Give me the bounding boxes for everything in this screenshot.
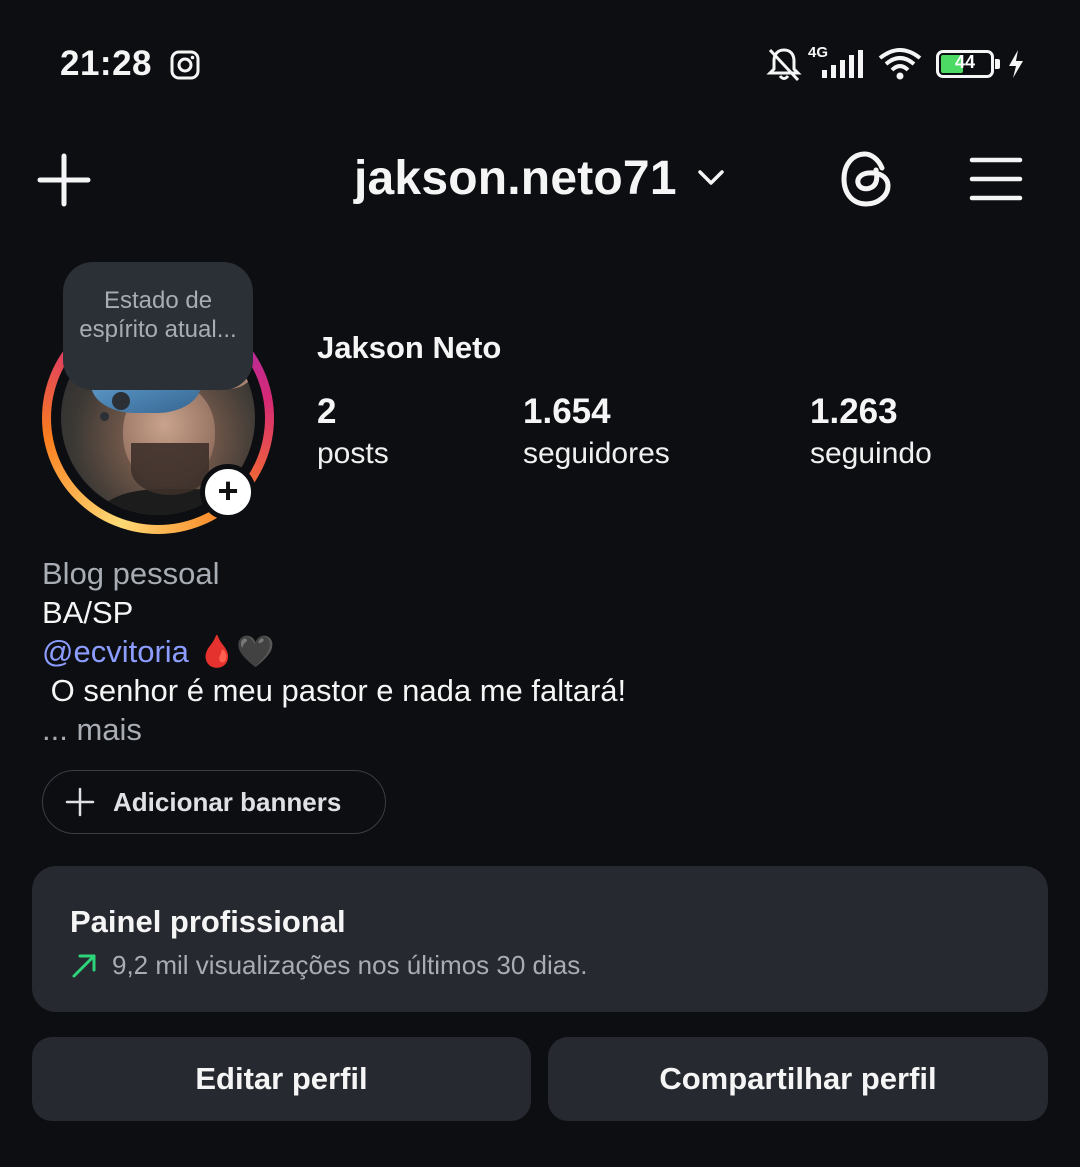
menu-icon[interactable] <box>968 154 1024 204</box>
bell-muted-icon <box>766 48 802 82</box>
add-banners-button[interactable]: Adicionar banners <box>42 770 386 834</box>
instagram-icon <box>170 50 200 80</box>
bio-category: Blog pessoal <box>42 556 220 591</box>
status-icons: 4G 44 <box>750 44 1030 84</box>
add-banners-label: Adicionar banners <box>113 786 342 817</box>
battery-icon: 44 <box>936 50 1000 78</box>
stat-following-value: 1.263 <box>810 392 898 431</box>
avatar-beard <box>131 443 209 495</box>
bio: Blog pessoal BA/SP @ecvitoria 🩸🖤 O senho… <box>42 554 626 749</box>
bio-mention-line: @ecvitoria 🩸🖤 <box>42 632 626 671</box>
edit-profile-button[interactable]: Editar perfil <box>32 1037 531 1121</box>
stat-posts[interactable]: 2 posts <box>317 392 389 476</box>
dashboard-subtitle: 9,2 mil visualizações nos últimos 30 dia… <box>112 950 588 980</box>
bio-more-link[interactable]: ... mais <box>42 710 626 749</box>
account-switcher[interactable]: jakson.neto71 <box>354 148 725 208</box>
battery-level: 44 <box>954 52 976 72</box>
wifi-icon <box>878 48 922 80</box>
share-profile-button[interactable]: Compartilhar perfil <box>548 1037 1048 1121</box>
trend-up-icon <box>72 954 96 977</box>
add-story-button[interactable]: + <box>200 464 256 520</box>
dashboard-insight: 9,2 mil visualizações nos últimos 30 dia… <box>70 950 587 981</box>
note-tail-small <box>100 412 109 421</box>
username: jakson.neto71 <box>354 151 677 205</box>
threads-icon[interactable] <box>838 148 896 210</box>
profile-screen: 21:28 4G 44 jakson.neto71 + Estado de es… <box>0 0 1080 1167</box>
note-tail <box>112 392 130 410</box>
plus-icon: + <box>217 469 239 511</box>
status-bar: 21:28 4G 44 <box>0 0 1080 130</box>
bio-emojis: 🩸🖤 <box>197 634 275 669</box>
bio-handle: ecvitoria <box>73 634 189 669</box>
bio-quote: O senhor é meu pastor e nada me faltará! <box>42 673 627 708</box>
plus-icon <box>65 787 95 817</box>
stat-following-label: seguindo <box>810 437 932 470</box>
status-time: 21:28 <box>60 44 153 83</box>
chevron-down-icon <box>697 170 724 185</box>
signal-icon <box>822 50 863 78</box>
stat-followers-value: 1.654 <box>523 392 611 431</box>
profile-header: jakson.neto71 <box>0 140 1080 220</box>
dashboard-title: Painel profissional <box>70 904 346 939</box>
stat-following[interactable]: 1.263 seguindo <box>810 392 932 476</box>
stat-posts-value: 2 <box>317 392 337 431</box>
note-bubble[interactable]: Estado de espírito atual... <box>63 262 253 390</box>
threads-symbol: @ <box>42 634 74 669</box>
charging-icon <box>1009 50 1023 78</box>
display-name: Jakson Neto <box>317 330 502 365</box>
bio-location: BA/SP <box>42 595 134 630</box>
bio-threads-link[interactable]: @ecvitoria <box>42 634 189 669</box>
stat-followers[interactable]: 1.654 seguidores <box>523 392 670 476</box>
professional-dashboard[interactable]: Painel profissional 9,2 mil visualizaçõe… <box>32 866 1048 1012</box>
plus-icon[interactable] <box>36 152 92 208</box>
stat-followers-label: seguidores <box>523 437 670 470</box>
stat-posts-label: posts <box>317 437 389 470</box>
